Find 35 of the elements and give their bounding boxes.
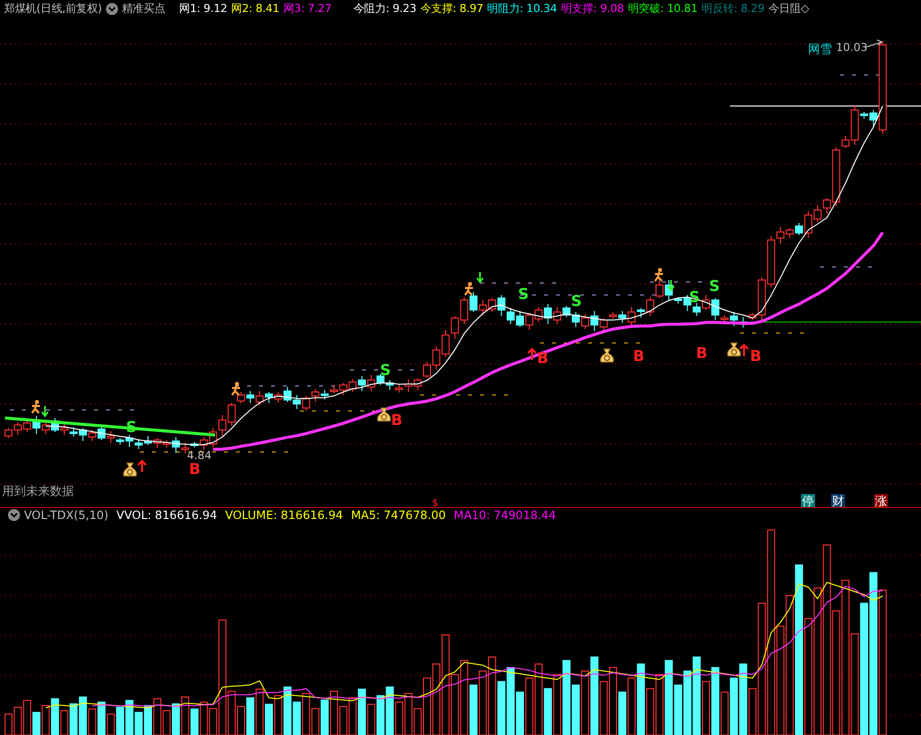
indicator-value: 网1: 9.12 bbox=[179, 1, 228, 17]
sell-signal: S bbox=[571, 292, 582, 310]
sell-signal: S bbox=[709, 277, 720, 295]
tag: 财 bbox=[831, 494, 845, 508]
indicator-value: 明反转: 8.29 bbox=[702, 1, 764, 17]
buy-signal: B bbox=[696, 344, 708, 362]
indicator-name: 精准买点 bbox=[122, 1, 166, 17]
indicator-value: 明阻力: 10.34 bbox=[487, 1, 557, 17]
indicator-value: 网2: 8.41 bbox=[231, 1, 280, 17]
indicator-value: 明支撑: 9.08 bbox=[560, 1, 624, 17]
indicator-value: 今支撑: 8.97 bbox=[420, 1, 484, 17]
sell-signal: S bbox=[380, 361, 391, 379]
peak-label: 网雪 bbox=[808, 42, 832, 56]
marker-symbol: $ bbox=[432, 498, 438, 508]
tag: 停 bbox=[801, 494, 815, 508]
indicator-value: 明突破: 10.81 bbox=[628, 1, 698, 17]
tag: 涨 bbox=[874, 494, 888, 508]
buy-signal: B bbox=[189, 460, 200, 478]
buy-signal: B bbox=[391, 411, 402, 429]
indicator-value: VVOL: 816616.94 bbox=[116, 508, 218, 522]
indicator-value: 网3: 7.27 bbox=[283, 1, 332, 17]
indicator-value: 今阻力: 9.23 bbox=[353, 1, 416, 17]
indicator-value: VOLUME: 816616.94 bbox=[225, 508, 343, 522]
sell-signal: S bbox=[518, 285, 529, 303]
buy-signal: B bbox=[537, 349, 548, 367]
indicator-value: MA10: 749018.44 bbox=[454, 508, 556, 522]
indicator-value: 今日阻◇ bbox=[768, 1, 810, 17]
low-price-label: 4.84 bbox=[187, 449, 212, 462]
indicator-name: VOL-TDX(5,10) bbox=[24, 508, 108, 522]
buy-signal: B bbox=[633, 347, 644, 365]
buy-signal: B bbox=[750, 347, 762, 365]
warning-text: 用到未来数据 bbox=[2, 484, 74, 498]
peak-price-label: 10.03 bbox=[836, 41, 868, 54]
stock-title: 郑煤机(日线,前复权) bbox=[4, 1, 102, 17]
indicator-value: MA5: 747678.00 bbox=[350, 508, 446, 522]
